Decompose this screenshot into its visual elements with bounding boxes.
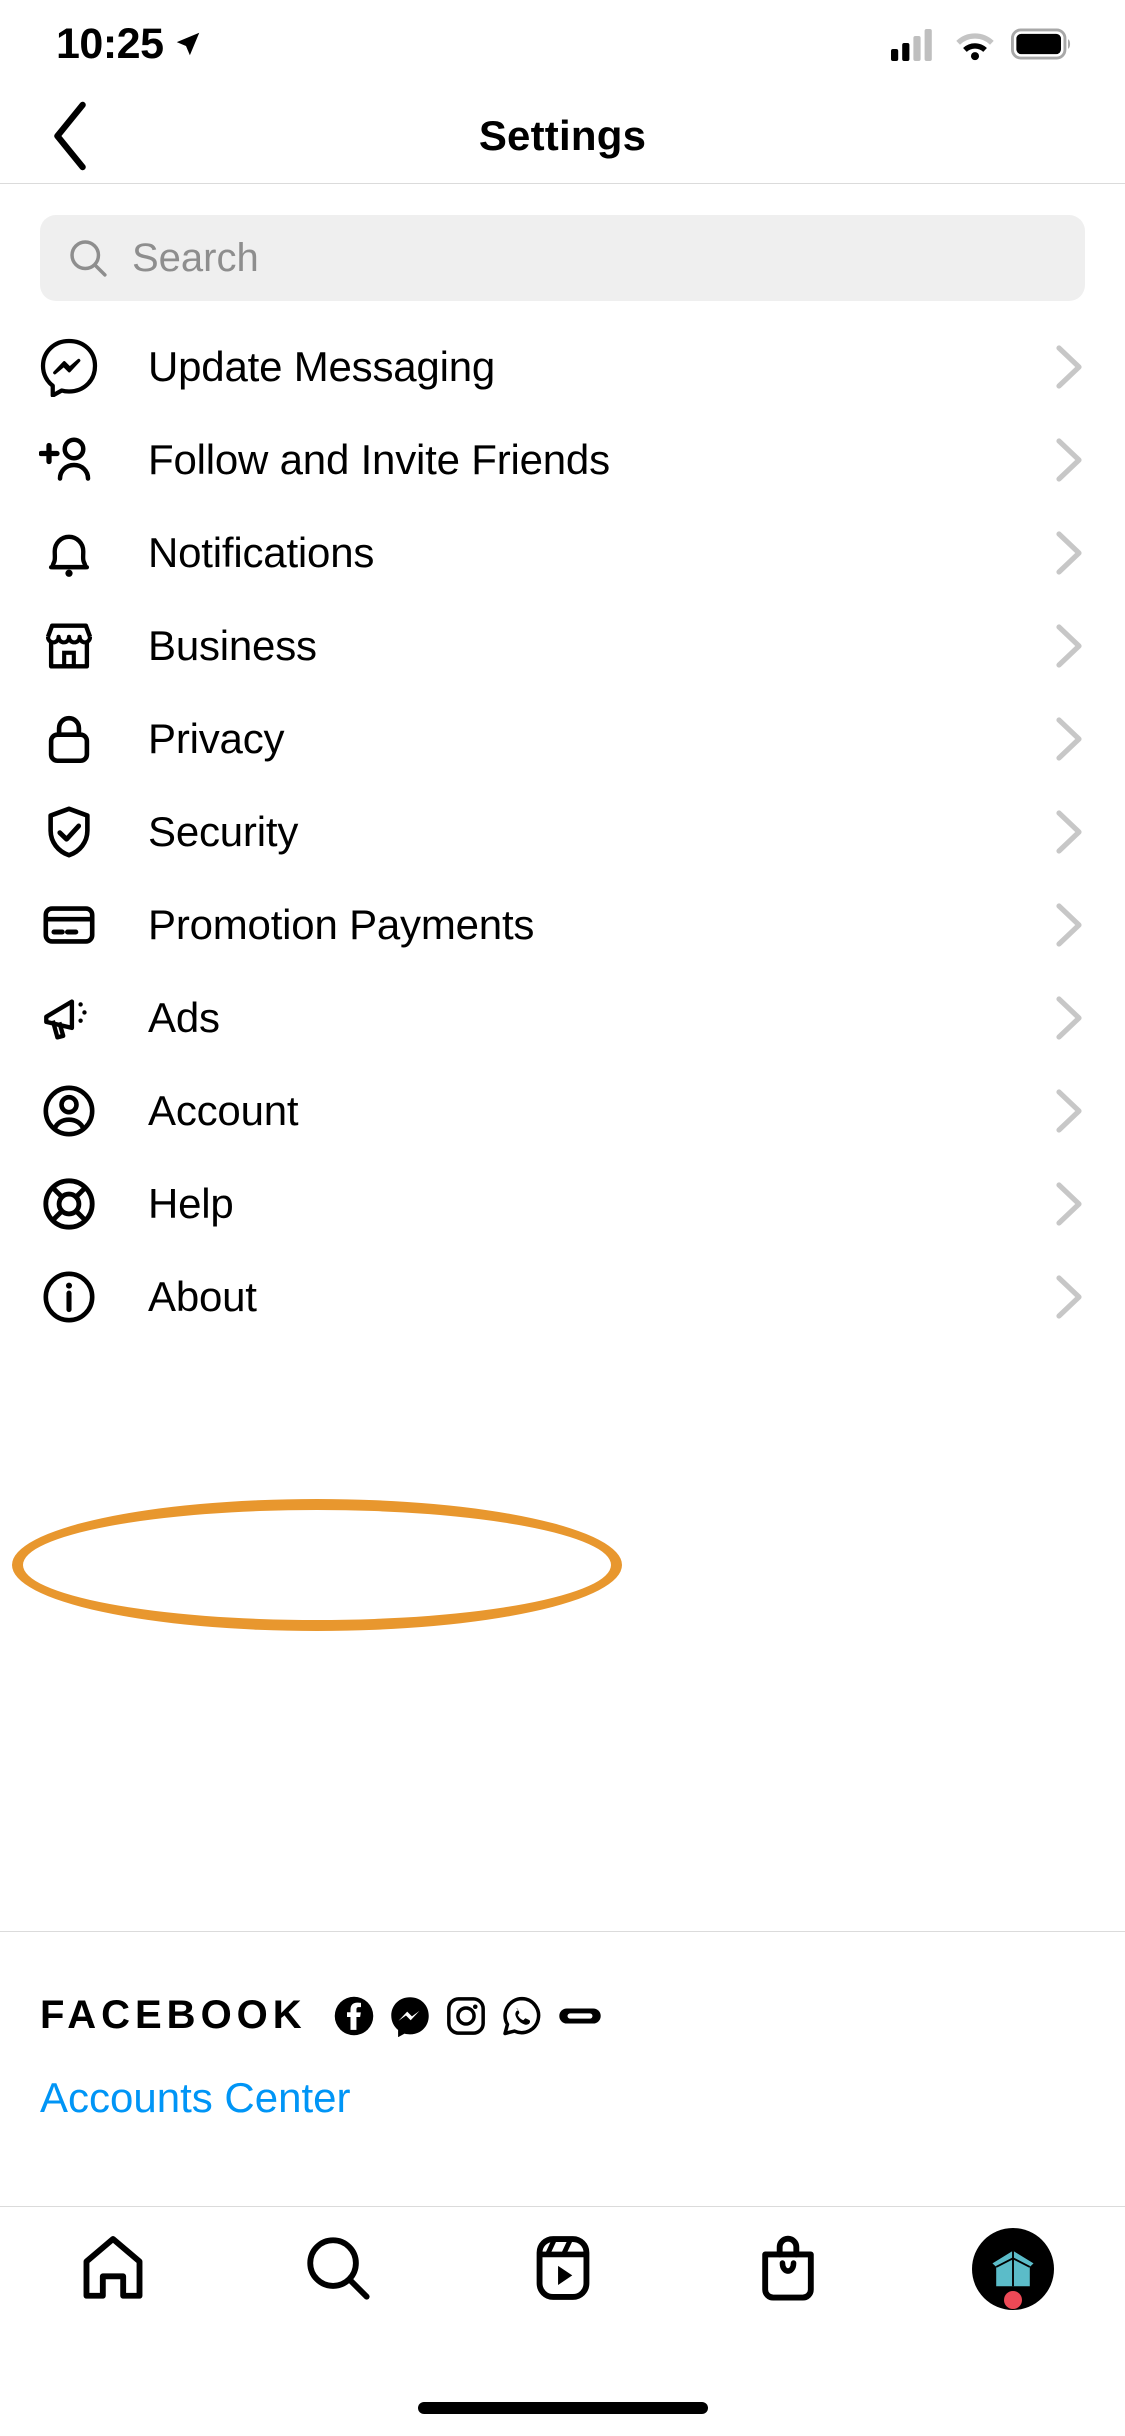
facebook-brand-icons xyxy=(333,1995,603,2037)
shop-bag-icon xyxy=(761,2235,814,2301)
chevron-right-icon xyxy=(1047,1181,1087,1227)
back-button[interactable] xyxy=(36,101,106,171)
messenger-icon xyxy=(390,1996,429,2037)
settings-row-label: Promotion Payments xyxy=(148,900,535,948)
settings-row-label: Update Messaging xyxy=(148,342,496,390)
accounts-center-link[interactable]: Accounts Center xyxy=(0,2038,1125,2122)
settings-row-label: Follow and Invite Friends xyxy=(148,435,610,483)
chevron-right-icon xyxy=(1047,1088,1087,1134)
settings-row-label: Account xyxy=(148,1086,299,1134)
tab-home[interactable] xyxy=(0,2231,225,2305)
settings-row-about[interactable]: About xyxy=(0,1250,1125,1343)
avatar[interactable] xyxy=(974,2231,1051,2309)
notification-badge xyxy=(1003,2291,1022,2309)
settings-row-label: Business xyxy=(148,621,317,669)
tab-shop[interactable] xyxy=(675,2231,900,2305)
account-circle-icon xyxy=(38,1082,100,1140)
instagram-settings-screen: 10:25 Settings Search Update Messaging F… xyxy=(0,0,1125,2436)
page-title: Settings xyxy=(478,111,647,159)
facebook-header: FACEBOOK xyxy=(0,1931,1125,2038)
search-icon xyxy=(306,2237,370,2300)
person-add-icon xyxy=(38,430,100,490)
chevron-right-icon xyxy=(1047,1274,1087,1320)
settings-row-label: Notifications xyxy=(148,528,375,576)
settings-row-label: Ads xyxy=(148,993,220,1041)
status-bar-clock: 10:25 xyxy=(56,19,164,68)
instagram-icon xyxy=(446,1996,485,2035)
settings-row-notifications[interactable]: Notifications xyxy=(0,506,1125,599)
settings-list: Update Messaging Follow and Invite Frien… xyxy=(0,320,1125,1343)
messenger-icon xyxy=(38,337,100,397)
reels-icon xyxy=(536,2236,589,2300)
settings-row-security[interactable]: Security xyxy=(0,785,1125,878)
credit-card-icon xyxy=(38,896,100,954)
status-bar-right xyxy=(891,27,1073,61)
facebook-wordmark: FACEBOOK xyxy=(40,1993,307,2037)
settings-row-update-messaging[interactable]: Update Messaging xyxy=(0,320,1125,413)
settings-row-privacy[interactable]: Privacy xyxy=(0,692,1125,785)
location-arrow-icon xyxy=(177,32,200,56)
account-highlight-ellipse xyxy=(12,1499,622,1631)
settings-row-follow-invite-friends[interactable]: Follow and Invite Friends xyxy=(0,413,1125,506)
settings-row-promotion-payments[interactable]: Promotion Payments xyxy=(0,878,1125,971)
home-indicator xyxy=(417,2402,708,2414)
storefront-icon xyxy=(38,617,100,675)
settings-row-account[interactable]: Account xyxy=(0,1064,1125,1157)
settings-row-ads[interactable]: Ads xyxy=(0,971,1125,1064)
bottom-tab-bar xyxy=(0,2206,1125,2436)
tab-reels[interactable] xyxy=(450,2231,675,2305)
chevron-left-icon xyxy=(54,101,86,170)
status-bar-left: 10:25 xyxy=(56,20,203,69)
chevron-right-icon xyxy=(1047,623,1087,669)
tab-search[interactable] xyxy=(225,2231,450,2305)
chevron-right-icon xyxy=(1047,437,1087,483)
facebook-icon xyxy=(334,1996,373,2035)
nav-header: Settings xyxy=(0,88,1125,184)
wifi-icon xyxy=(956,33,994,61)
search-bar[interactable]: Search xyxy=(40,215,1085,301)
battery-icon xyxy=(1011,28,1071,60)
chevron-right-icon xyxy=(1047,344,1087,390)
settings-row-help[interactable]: Help xyxy=(0,1157,1125,1250)
oculus-icon xyxy=(558,2007,601,2024)
search-icon xyxy=(70,240,107,277)
info-circle-icon xyxy=(38,1268,100,1326)
home-icon xyxy=(83,2236,142,2299)
cellular-signal-icon xyxy=(891,29,932,61)
settings-row-label: Security xyxy=(148,807,299,855)
tab-list xyxy=(0,2207,1125,2357)
settings-row-business[interactable]: Business xyxy=(0,599,1125,692)
shield-check-icon xyxy=(38,803,100,861)
bell-icon xyxy=(38,524,100,582)
facebook-section: FACEBOOK Accounts Center xyxy=(0,1931,1125,2122)
tab-profile[interactable] xyxy=(900,2231,1125,2309)
search-box[interactable]: Search xyxy=(40,215,1085,301)
whatsapp-icon xyxy=(502,1996,541,2035)
chevron-right-icon xyxy=(1047,809,1087,855)
status-bar: 10:25 xyxy=(0,0,1125,88)
settings-row-label: Privacy xyxy=(148,714,285,762)
chevron-right-icon xyxy=(1047,995,1087,1041)
megaphone-icon xyxy=(38,989,100,1047)
house-logo-icon xyxy=(991,2250,1034,2287)
chevron-right-icon xyxy=(1047,902,1087,948)
settings-row-label: Help xyxy=(148,1179,234,1227)
chevron-right-icon xyxy=(1047,716,1087,762)
chevron-right-icon xyxy=(1047,530,1087,576)
search-input[interactable]: Search xyxy=(132,236,259,281)
life-ring-icon xyxy=(38,1175,100,1233)
lock-icon xyxy=(38,710,100,768)
settings-row-label: About xyxy=(148,1272,257,1320)
